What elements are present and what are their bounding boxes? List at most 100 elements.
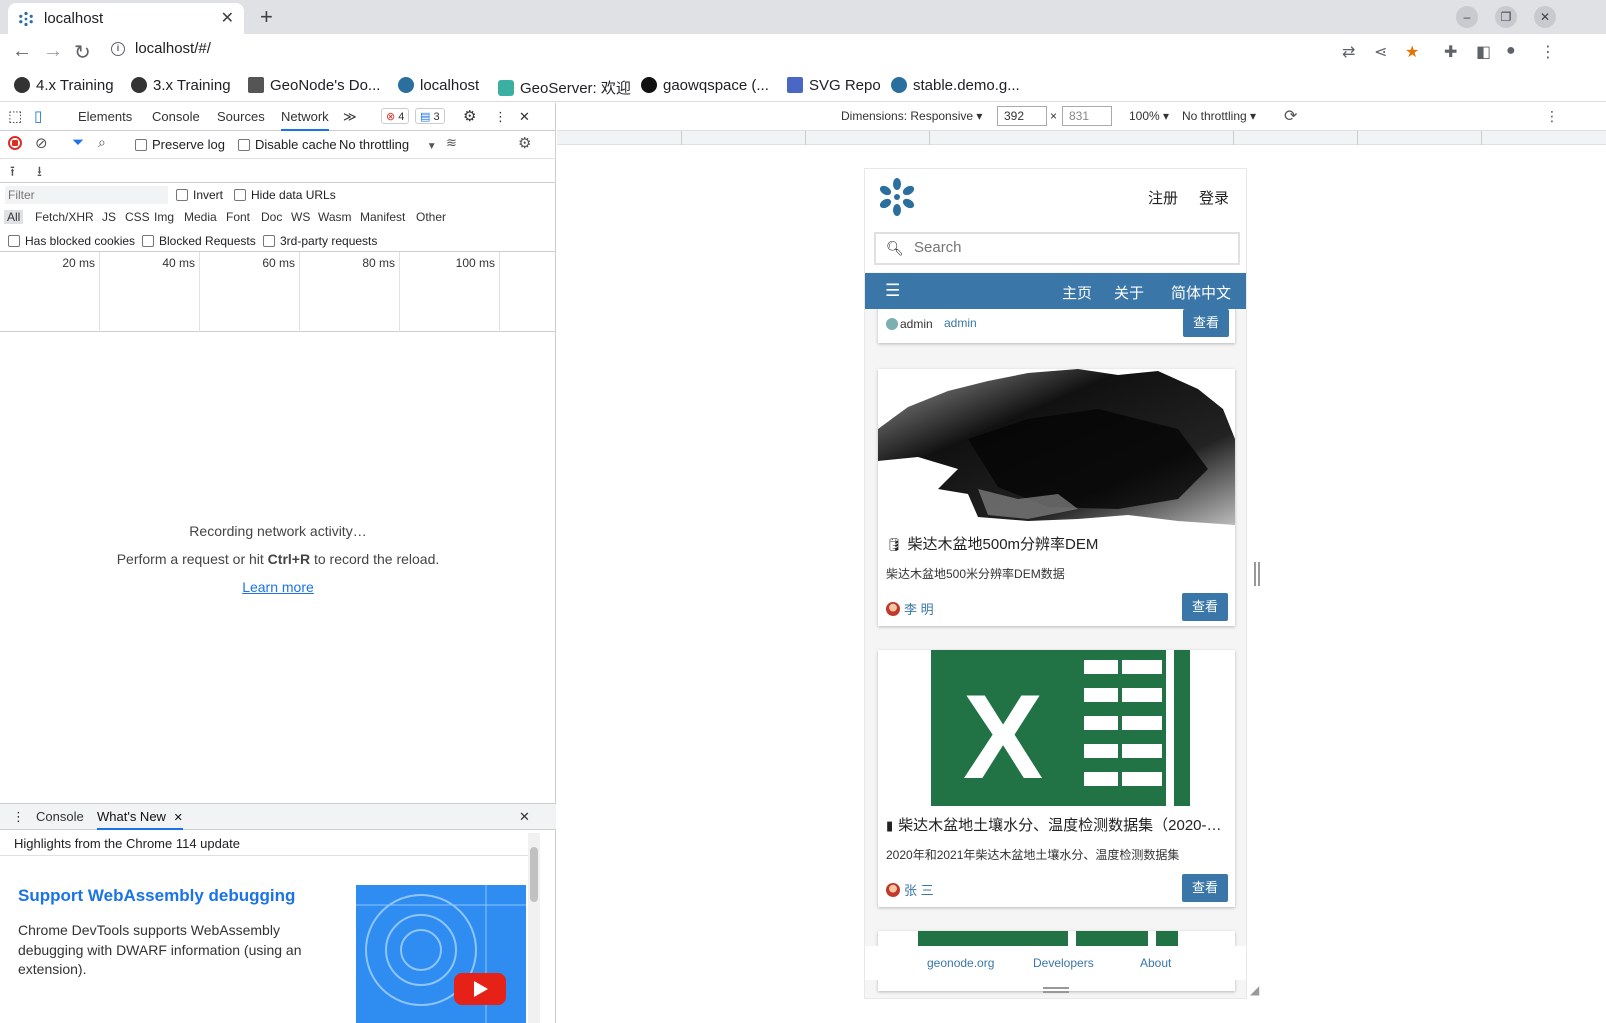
card-owner[interactable]: 张 三: [886, 880, 934, 899]
view-button[interactable]: 查看: [1182, 593, 1228, 621]
type-doc[interactable]: Doc: [261, 210, 282, 224]
tab-sources[interactable]: Sources: [217, 109, 265, 124]
width-input[interactable]: 392: [997, 106, 1047, 126]
type-manifest[interactable]: Manifest: [360, 210, 405, 224]
import-har-icon[interactable]: ⭱: [10, 161, 15, 185]
hamburger-menu-icon[interactable]: ☰: [885, 281, 900, 301]
inspect-icon[interactable]: ⬚: [8, 107, 22, 125]
excel-thumbnail[interactable]: X: [878, 650, 1235, 806]
drawer-scrollbar[interactable]: [528, 833, 540, 1023]
type-all[interactable]: All: [4, 210, 24, 224]
card-title[interactable]: ▮ 柴达木盆地土壤水分、温度检测数据集（2020-2021...: [886, 814, 1229, 835]
extensions-icon[interactable]: ✚: [1444, 42, 1457, 62]
resize-handle-bottom[interactable]: [1043, 987, 1069, 993]
bookmark-item[interactable]: SVG Repo: [787, 77, 881, 94]
card-owner[interactable]: 李 明: [886, 599, 934, 618]
more-options-icon[interactable]: ⋮: [494, 109, 507, 125]
type-other[interactable]: Other: [416, 210, 446, 224]
type-js[interactable]: JS: [102, 210, 116, 224]
close-tab-icon[interactable]: ✕: [221, 8, 234, 28]
learn-more-link[interactable]: Learn more: [242, 579, 314, 595]
dem-thumbnail[interactable]: [878, 369, 1235, 525]
drawer-menu-icon[interactable]: ⋮: [12, 809, 25, 825]
errors-badge[interactable]: ⊗ 4: [381, 108, 410, 124]
address-bar[interactable]: i localhost/#/: [111, 40, 211, 64]
close-tab-icon[interactable]: ✕: [174, 812, 183, 824]
has-blocked-cookies-checkbox[interactable]: Has blocked cookies: [8, 234, 135, 248]
bookmark-item[interactable]: gaowqspace (...: [641, 77, 769, 94]
device-throttling-select[interactable]: No throttling ▾: [1182, 109, 1256, 123]
rotate-icon[interactable]: ⟳: [1284, 106, 1297, 126]
view-button[interactable]: 查看: [1183, 309, 1229, 337]
type-wasm[interactable]: Wasm: [318, 210, 352, 224]
footer-link-geonode[interactable]: geonode.org: [927, 956, 994, 970]
nav-home[interactable]: 主页: [1062, 282, 1092, 303]
type-ws[interactable]: WS: [291, 210, 310, 224]
third-party-checkbox[interactable]: 3rd-party requests: [263, 234, 377, 248]
back-icon[interactable]: ←: [12, 40, 32, 63]
tab-network[interactable]: Network: [281, 109, 329, 131]
footer-link-about[interactable]: About: [1140, 956, 1171, 970]
settings-gear-icon[interactable]: ⚙: [463, 107, 476, 125]
hide-data-urls-checkbox[interactable]: Hide data URLs: [234, 188, 336, 202]
more-tabs-icon[interactable]: ≫: [343, 109, 357, 125]
height-input[interactable]: 831: [1062, 106, 1112, 126]
drawer-tab-console[interactable]: Console: [36, 809, 84, 824]
bookmark-item[interactable]: GeoNode's Do...: [248, 77, 380, 94]
network-settings-gear-icon[interactable]: ⚙: [518, 134, 531, 152]
bookmark-item[interactable]: GeoServer: 欢迎: [498, 77, 631, 98]
geonode-logo[interactable]: [877, 177, 917, 217]
new-tab-icon[interactable]: +: [260, 4, 273, 30]
resize-corner-icon[interactable]: ◢: [1250, 983, 1259, 997]
close-window-icon[interactable]: ✕: [1534, 6, 1556, 28]
tab-console[interactable]: Console: [152, 109, 200, 124]
type-img[interactable]: Img: [154, 210, 174, 224]
nav-language[interactable]: 简体中文: [1171, 282, 1231, 303]
restore-icon[interactable]: ❐: [1495, 6, 1517, 28]
invert-checkbox[interactable]: Invert: [176, 188, 223, 202]
close-devtools-icon[interactable]: ✕: [519, 109, 530, 125]
more-menu-icon[interactable]: ⋮: [1540, 42, 1556, 62]
record-stop-icon[interactable]: [8, 136, 22, 150]
tab-elements[interactable]: Elements: [78, 109, 132, 124]
messages-badge[interactable]: ▤ 3: [415, 108, 445, 124]
footer-link-developers[interactable]: Developers: [1033, 956, 1094, 970]
resize-handle-right[interactable]: [1254, 562, 1260, 586]
search-input[interactable]: [914, 239, 1214, 256]
minimize-icon[interactable]: –: [1456, 6, 1478, 28]
view-button[interactable]: 查看: [1182, 874, 1228, 902]
reload-icon[interactable]: ↻: [74, 40, 91, 65]
device-toggle-icon[interactable]: ▯: [34, 107, 42, 125]
zoom-select[interactable]: 100% ▾: [1129, 109, 1169, 123]
device-more-icon[interactable]: ⋮: [1545, 108, 1559, 125]
filter-input[interactable]: [5, 186, 168, 204]
filter-icon[interactable]: ⏷: [72, 134, 84, 151]
clear-icon[interactable]: ⊘: [35, 134, 48, 152]
network-conditions-icon[interactable]: ≋: [446, 135, 457, 151]
site-info-icon[interactable]: i: [111, 42, 125, 57]
network-overview-timeline[interactable]: 20 ms 40 ms 60 ms 80 ms 100 ms: [0, 252, 556, 332]
type-media[interactable]: Media: [184, 210, 217, 224]
translate-icon[interactable]: ⇄: [1342, 42, 1355, 62]
owner-link[interactable]: admin: [944, 316, 977, 330]
side-panel-icon[interactable]: ◧: [1476, 42, 1491, 62]
type-fetch-xhr[interactable]: Fetch/XHR: [35, 210, 94, 224]
preserve-log-checkbox[interactable]: Preserve log: [135, 137, 225, 152]
type-css[interactable]: CSS: [125, 210, 150, 224]
throttling-select[interactable]: No throttling ▼: [339, 137, 437, 152]
bookmark-item[interactable]: localhost: [398, 77, 479, 94]
forward-icon[interactable]: →: [43, 40, 63, 63]
drawer-tab-whats-new[interactable]: What's New ✕: [97, 809, 183, 830]
whats-new-title[interactable]: Support WebAssembly debugging: [18, 886, 295, 906]
disable-cache-checkbox[interactable]: Disable cache: [238, 137, 337, 152]
close-drawer-icon[interactable]: ✕: [519, 809, 530, 825]
login-link[interactable]: 登录: [1199, 187, 1229, 208]
register-link[interactable]: 注册: [1148, 187, 1178, 208]
type-font[interactable]: Font: [226, 210, 250, 224]
share-icon[interactable]: ⋖: [1374, 42, 1387, 62]
card-title[interactable]: 🛢︎ 柴达木盆地500m分辨率DEM: [886, 533, 1229, 554]
profile-avatar[interactable]: ●: [1506, 42, 1516, 60]
bookmark-item[interactable]: 3.x Training: [131, 77, 231, 94]
bookmark-item[interactable]: stable.demo.g...: [891, 77, 1020, 94]
nav-about[interactable]: 关于: [1114, 282, 1144, 303]
